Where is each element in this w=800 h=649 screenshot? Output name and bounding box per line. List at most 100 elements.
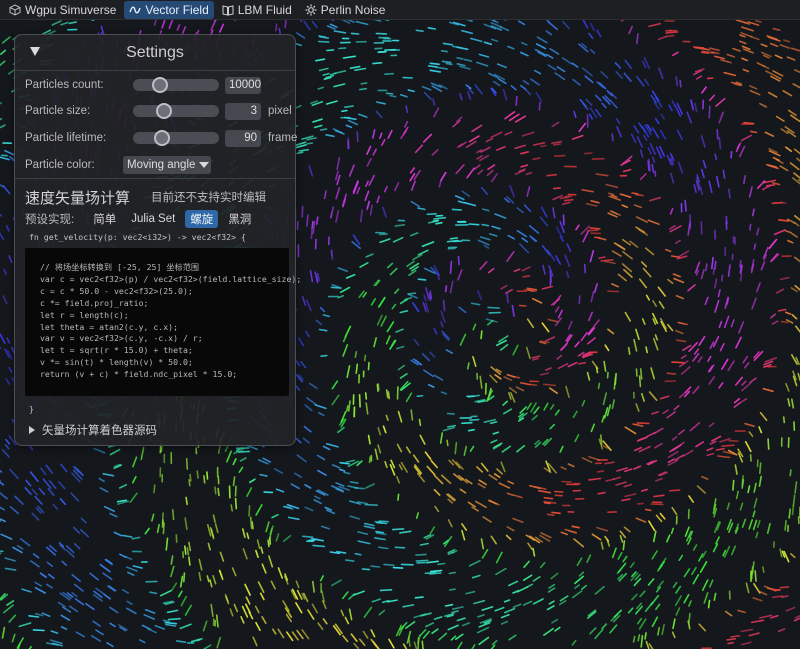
particle-streak <box>528 225 540 234</box>
collapse-arrow-icon[interactable] <box>30 47 40 56</box>
particle-streak <box>789 162 800 171</box>
particle-streak <box>380 139 386 146</box>
particle-streak <box>348 608 353 621</box>
particle-streak <box>210 528 215 539</box>
particle-streak <box>172 508 175 521</box>
preset-simple[interactable]: 简单 <box>88 210 121 228</box>
particle-streak <box>162 619 170 623</box>
particle-streak <box>622 168 632 173</box>
particle-streak <box>430 459 439 469</box>
settings-window: Settings Particles count: 10000 Particle… <box>14 34 301 446</box>
particle-streak <box>296 32 306 39</box>
particle-size-value[interactable]: 3 <box>225 102 261 120</box>
particle-streak <box>708 422 715 428</box>
particle-size-slider[interactable] <box>133 103 219 119</box>
slider-knob[interactable] <box>151 77 168 93</box>
code-editor[interactable]: // 将场坐标转换到 [-25, 25] 坐标范围 var c = vec2<f… <box>25 248 301 396</box>
particle-streak <box>586 371 591 381</box>
particle-streak <box>727 264 731 277</box>
particle-streak <box>102 472 115 477</box>
particle-streak <box>240 615 245 624</box>
slider-knob[interactable] <box>154 130 170 146</box>
particle-streak <box>519 151 529 155</box>
slider-knob[interactable] <box>156 103 173 119</box>
tab-lbm-fluid[interactable]: LBM Fluid <box>217 1 297 19</box>
particle-streak <box>384 72 395 76</box>
particle-streak <box>456 62 466 67</box>
particle-streak <box>666 534 671 543</box>
particle-streak <box>605 183 619 189</box>
particle-streak <box>438 179 442 188</box>
shader-source-label: 矢量场计算着色器源码 <box>42 425 157 437</box>
particle-streak <box>423 369 434 378</box>
particle-lifetime-value[interactable]: 90 <box>225 129 261 147</box>
particle-streak <box>0 60 6 67</box>
particle-streak <box>304 404 313 412</box>
particle-color-dropdown[interactable]: Moving angle <box>123 156 211 174</box>
shader-source-toggle[interactable]: 矢量场计算着色器源码 <box>29 422 157 438</box>
particle-streak <box>526 318 535 329</box>
preset-julia-set[interactable]: Julia Set <box>126 212 180 226</box>
particle-streak <box>588 32 594 40</box>
particle-streak <box>535 92 543 102</box>
particle-streak <box>131 475 137 484</box>
particle-streak <box>477 290 483 301</box>
particle-streak <box>496 63 507 69</box>
particle-streak <box>433 488 441 496</box>
particle-streak <box>571 134 584 140</box>
particles-count-slider[interactable] <box>133 77 219 93</box>
particle-streak <box>298 337 305 347</box>
particle-streak <box>336 156 341 171</box>
particle-streak <box>311 603 319 614</box>
particle-streak <box>638 375 642 388</box>
tab-label: Wgpu Simuverse <box>25 2 117 17</box>
preset-black-hole[interactable]: 黑洞 <box>223 210 256 228</box>
fn-signature: fn get_velocity(p: vec2<i32>) -> vec2<f3… <box>29 232 246 242</box>
particle-streak <box>34 581 43 587</box>
particle-streak <box>447 519 453 528</box>
code-line: let t = sqrt(r * 15.0) + theta; <box>40 345 193 356</box>
particle-streak <box>143 613 156 620</box>
particle-streak <box>313 124 323 129</box>
particle-streak <box>790 47 800 52</box>
particle-streak <box>90 634 101 642</box>
particle-streak <box>675 585 682 594</box>
particle-streak <box>370 629 376 638</box>
particle-streak <box>259 473 268 477</box>
particle-streak <box>507 580 519 587</box>
particle-streak <box>405 105 409 114</box>
particle-streak <box>793 221 800 227</box>
particle-streak <box>284 20 287 29</box>
tab-wgpu-simuverse[interactable]: Wgpu Simuverse <box>4 1 121 19</box>
particle-streak <box>184 604 192 616</box>
tab-perlin-noise[interactable]: Perlin Noise <box>300 1 391 19</box>
particle-streak <box>421 241 435 247</box>
particle-streak <box>529 383 538 387</box>
particle-streak <box>779 586 790 589</box>
particle-streak <box>342 55 357 59</box>
particle-streak <box>39 572 47 579</box>
particle-streak <box>479 375 483 389</box>
tab-vector-field[interactable]: Vector Field <box>124 0 214 19</box>
particles-count-value[interactable]: 10000 <box>225 76 261 94</box>
code-line: c = c * 50.0 - vec2<f32>(25.0); <box>40 285 193 296</box>
preset-spiral[interactable]: 螺旋 <box>185 210 219 228</box>
particle-streak <box>131 536 141 540</box>
particle-streak <box>790 398 795 409</box>
particle-streak <box>295 580 300 589</box>
particle-streak <box>555 255 562 265</box>
particle-streak <box>581 399 586 407</box>
particle-streak <box>331 464 341 469</box>
particle-streak <box>282 505 294 510</box>
particle-streak <box>415 553 427 556</box>
particle-streak <box>752 519 758 531</box>
particle-streak <box>581 189 594 193</box>
particle-lifetime-slider[interactable] <box>133 130 219 146</box>
particle-streak <box>548 583 556 589</box>
particle-streak <box>241 605 249 618</box>
particle-streak <box>298 148 310 152</box>
particle-streak <box>341 591 349 600</box>
particle-streak <box>386 262 394 269</box>
particle-streak <box>471 574 481 579</box>
particle-streak <box>748 186 753 198</box>
